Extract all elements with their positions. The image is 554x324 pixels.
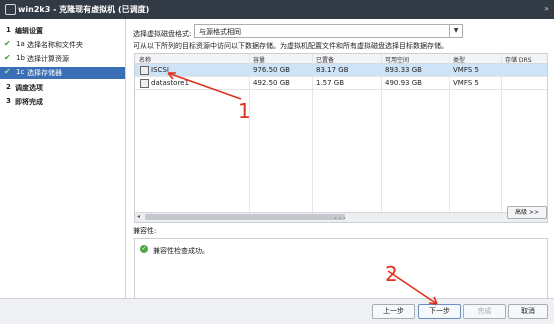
step-number: 1c <box>16 68 25 76</box>
wizard-footer: 上一步 下一步 完成 取消 <box>0 298 554 324</box>
step-schedule-options[interactable]: 2 调度选项 <box>0 82 125 94</box>
cell-type: VMFS 5 <box>453 66 479 74</box>
compatibility-label: 兼容性: <box>133 227 157 235</box>
expand-icon[interactable]: » <box>544 4 549 13</box>
compatibility-panel: ✓ 兼容性检查成功。 <box>134 238 548 299</box>
datastore-icon <box>140 66 149 75</box>
cell-free: 490.93 GB <box>385 79 422 87</box>
column-capacity[interactable]: 容量 <box>253 55 265 64</box>
check-icon: ✔ <box>4 67 11 76</box>
cell-name: ISCSI <box>151 66 169 74</box>
cell-type: VMFS 5 <box>453 79 479 87</box>
compatibility-message: 兼容性检查成功。 <box>153 247 209 255</box>
step-number: 1 <box>6 26 11 34</box>
step-ready-to-complete[interactable]: 3 即将完成 <box>0 96 125 108</box>
column-name[interactable]: 名称 <box>139 55 151 64</box>
cell-free: 893.33 GB <box>385 66 422 74</box>
next-button[interactable]: 下一步 <box>418 304 461 319</box>
step-label: 即将完成 <box>15 98 43 106</box>
disk-format-value: 与源格式相同 <box>199 28 241 36</box>
back-button[interactable]: 上一步 <box>372 304 415 319</box>
splitter-handle[interactable]: • • • <box>126 217 554 222</box>
check-icon: ✔ <box>4 53 11 62</box>
step-select-compute[interactable]: ✔ 1b 选择计算资源 <box>0 53 125 65</box>
cell-provisioned: 1.57 GB <box>316 79 345 87</box>
step-number: 3 <box>6 97 11 105</box>
step-number: 2 <box>6 83 11 91</box>
datastore-icon <box>140 79 149 88</box>
cell-capacity: 492.50 GB <box>253 79 290 87</box>
cell-capacity: 976.50 GB <box>253 66 290 74</box>
check-icon: ✔ <box>4 39 11 48</box>
step-edit-settings[interactable]: 1 编辑设置 <box>0 25 125 37</box>
storage-page: 选择虚拟磁盘格式: 与源格式相同 ▼ 可从以下所列的目标资源中访问以下数据存储。… <box>126 19 554 299</box>
step-select-storage[interactable]: ✔ 1c 选择存储器 <box>0 67 125 79</box>
step-label: 调度选项 <box>15 84 43 92</box>
column-type[interactable]: 类型 <box>453 55 465 64</box>
column-free[interactable]: 可用空间 <box>385 55 409 64</box>
vm-icon <box>5 4 16 15</box>
step-number: 1b <box>16 54 25 62</box>
window-titlebar: win2k3 - 克隆现有虚拟机 (已调度) » <box>0 0 554 19</box>
step-label: 选择计算资源 <box>27 55 69 63</box>
step-label: 选择名称和文件夹 <box>27 41 83 49</box>
success-check-icon: ✓ <box>140 245 148 253</box>
cell-name: datastore1 <box>151 79 189 87</box>
disk-format-select[interactable]: 与源格式相同 ▼ <box>194 24 463 38</box>
step-select-name-folder[interactable]: ✔ 1a 选择名称和文件夹 <box>0 39 125 51</box>
page-description: 可从以下所列的目标资源中访问以下数据存储。为虚拟机配置文件和所有虚拟磁盘选择目标… <box>133 42 448 50</box>
step-label: 选择存储器 <box>27 69 62 77</box>
cell-provisioned: 83.17 GB <box>316 66 349 74</box>
step-label: 编辑设置 <box>15 27 43 35</box>
column-storage-drs[interactable]: 存储 DRS <box>505 55 532 64</box>
cancel-button[interactable]: 取消 <box>508 304 548 319</box>
wizard-steps: 1 编辑设置 ✔ 1a 选择名称和文件夹 ✔ 1b 选择计算资源 ✔ 1c 选择… <box>0 19 126 298</box>
step-number: 1a <box>16 40 25 48</box>
table-header: 名称 容量 已置备 可用空间 类型 存储 DRS <box>135 54 547 64</box>
table-row[interactable]: ISCSI 976.50 GB 83.17 GB 893.33 GB VMFS … <box>135 64 547 77</box>
disk-format-label: 选择虚拟磁盘格式: <box>133 30 192 38</box>
table-row[interactable]: datastore1 492.50 GB 1.57 GB 490.93 GB V… <box>135 77 547 90</box>
window-title: win2k3 - 克隆现有虚拟机 (已调度) <box>18 5 150 14</box>
chevron-down-icon[interactable]: ▼ <box>449 25 462 37</box>
datastore-table: 名称 容量 已置备 可用空间 类型 存储 DRS ISCSI 976.50 GB… <box>134 53 548 223</box>
finish-button[interactable]: 完成 <box>463 304 506 319</box>
column-provisioned[interactable]: 已置备 <box>316 55 334 64</box>
